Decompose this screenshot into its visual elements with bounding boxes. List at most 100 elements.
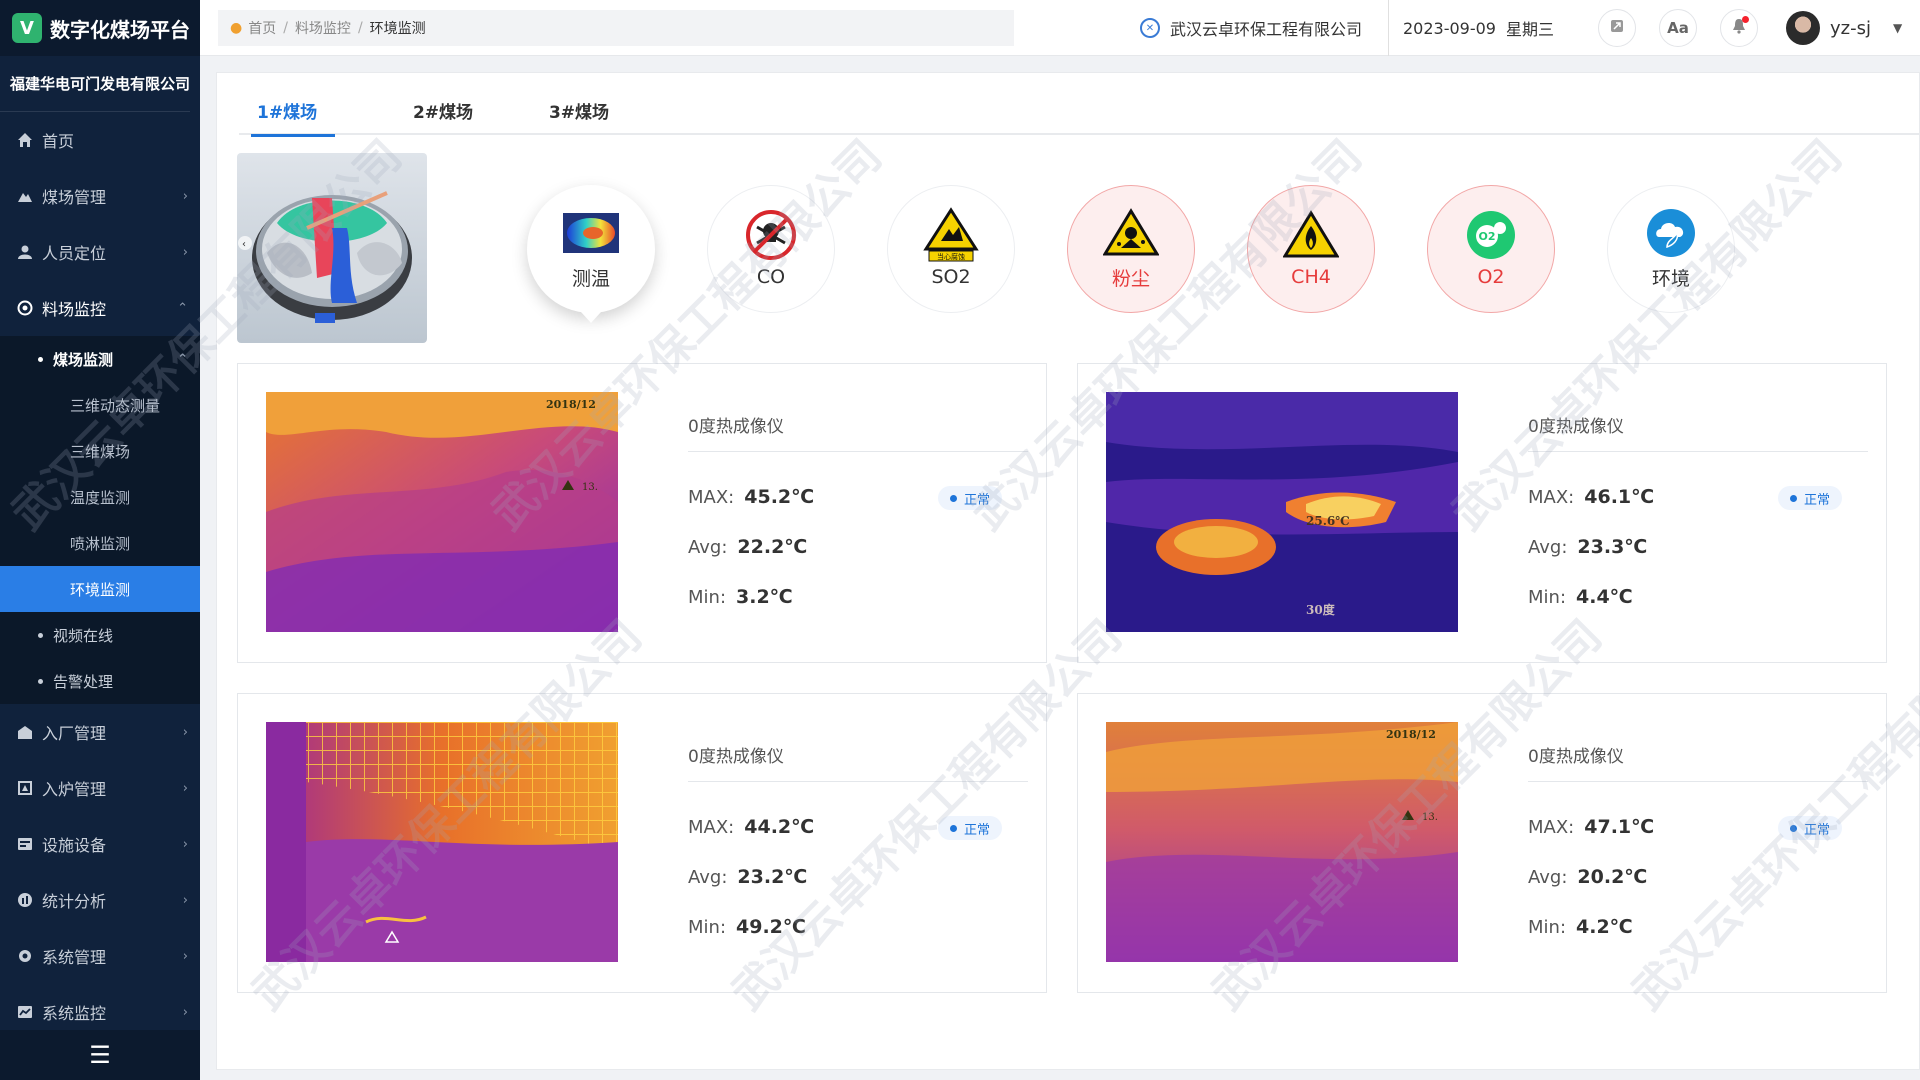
- brand[interactable]: V 数字化煤场平台: [0, 0, 200, 56]
- max-value: 44.2℃: [744, 816, 815, 838]
- camera-name: 0度热成像仪: [1528, 412, 1868, 452]
- font-size-button[interactable]: Aa: [1659, 9, 1697, 47]
- thermal-image[interactable]: 2018/12 13.: [266, 392, 618, 632]
- corrosion-warning-icon: 当心腐蚀: [923, 207, 979, 262]
- breadcrumb: ● 首页 / 料场监控 / 环境监测: [218, 10, 1014, 46]
- user-menu[interactable]: yz-sj ▼: [1786, 8, 1902, 48]
- menu-fold-icon[interactable]: ☰: [0, 1030, 200, 1080]
- camera-overlay-text: 30度: [1306, 602, 1336, 617]
- avg-value: 22.2℃: [737, 536, 808, 558]
- tab-yard-1[interactable]: 1#煤场: [239, 85, 375, 137]
- sensor-environment[interactable]: 环境: [1607, 185, 1735, 313]
- camera-overlay-text: 2018/12: [546, 398, 596, 411]
- breadcrumb-item-yard-monitor[interactable]: 料场监控: [295, 18, 351, 38]
- status-dot: [950, 824, 957, 832]
- camera-mark-text: 25.6℃: [1306, 514, 1350, 528]
- sensor-co[interactable]: CO: [707, 185, 835, 313]
- thermal-image[interactable]: 2018/12 13.: [1106, 722, 1458, 962]
- sidebar-item-label: 首页: [42, 132, 75, 151]
- camera-name: 0度热成像仪: [688, 412, 1028, 452]
- sensor-so2[interactable]: 当心腐蚀 SO2: [887, 185, 1015, 313]
- submenu-item-spray[interactable]: 喷淋监测: [0, 520, 200, 566]
- sidebar-item-label: 设施设备: [42, 836, 107, 855]
- sidebar-item-person-location[interactable]: 人员定位 ›: [0, 224, 200, 280]
- stat-min: Min: 4.2℃: [1528, 916, 1633, 938]
- sidebar-item-label: 系统管理: [42, 948, 107, 967]
- org-name: 福建华电可门发电有限公司: [0, 56, 190, 112]
- chevron-right-icon: ›: [182, 188, 188, 204]
- submenu-alarm-handling[interactable]: 告警处理: [0, 658, 200, 704]
- sensor-dust[interactable]: 粉尘: [1067, 185, 1195, 313]
- thermal-image[interactable]: [266, 722, 618, 962]
- sensor-label: 环境: [1651, 267, 1690, 290]
- avg-value: 23.2℃: [737, 866, 808, 888]
- sidebar-item-home[interactable]: 首页: [0, 112, 200, 168]
- status-dot: [950, 494, 957, 502]
- sidebar: V 数字化煤场平台 福建华电可门发电有限公司 首页 煤场管理 › 人员定位 › …: [0, 0, 200, 1080]
- stats-icon: [16, 891, 34, 909]
- sidebar-item-label: 统计分析: [42, 892, 107, 911]
- max-value: 45.2℃: [744, 486, 815, 508]
- stat-min: Min: 4.4℃: [1528, 586, 1633, 608]
- chevron-up-icon: ⌃: [177, 300, 188, 316]
- tab-yard-3[interactable]: 3#煤场: [511, 85, 647, 135]
- camera-name: 0度热成像仪: [1528, 742, 1868, 782]
- bullet-icon: [38, 678, 43, 684]
- camera-mark-text: 13.: [1422, 812, 1438, 823]
- submenu-video-online[interactable]: 视频在线: [0, 612, 200, 658]
- sidebar-item-devices[interactable]: 设施设备 ›: [0, 816, 200, 872]
- chevron-right-icon: ›: [182, 892, 188, 908]
- environment-icon: [1643, 208, 1699, 258]
- submenu-item-3d-yard[interactable]: 三维煤场: [0, 428, 200, 474]
- notifications-button[interactable]: [1720, 9, 1758, 47]
- sidebar-item-yard-monitor[interactable]: 料场监控 ⌃: [0, 280, 200, 336]
- monitor-icon: [16, 299, 34, 317]
- stat-max: MAX: 47.1℃: [1528, 816, 1655, 838]
- stat-avg: Avg: 23.3℃: [1528, 536, 1648, 558]
- camera-mark-text: 13.: [582, 482, 598, 493]
- stat-avg: Avg: 22.2℃: [688, 536, 808, 558]
- flammable-warning-icon: [1283, 210, 1339, 260]
- sidebar-item-system-management[interactable]: 系统管理 ›: [0, 928, 200, 984]
- sidebar-item-label: 煤场管理: [42, 188, 107, 207]
- stat-max: MAX: 46.1℃: [1528, 486, 1655, 508]
- chevron-right-icon: ›: [182, 780, 188, 796]
- submenu-item-temperature[interactable]: 温度监测: [0, 474, 200, 520]
- sensor-temperature[interactable]: 测温: [527, 185, 655, 323]
- sidebar-item-coal-yard[interactable]: 煤场管理 ›: [0, 168, 200, 224]
- thermal-image[interactable]: 25.6℃ 30度: [1106, 392, 1458, 632]
- min-value: 49.2℃: [736, 916, 806, 938]
- sidebar-item-entry-management[interactable]: 入厂管理 ›: [0, 704, 200, 760]
- weekday-text: 星期三: [1505, 20, 1554, 39]
- fullscreen-button[interactable]: [1598, 9, 1636, 47]
- chevron-up-icon: ⌃: [177, 351, 188, 367]
- sensor-ch4[interactable]: CH4: [1247, 185, 1375, 313]
- date-text: 2023-09-09: [1403, 18, 1496, 38]
- bullet-icon: [38, 356, 43, 362]
- status-badge: 正常: [938, 486, 1003, 510]
- tab-yard-2[interactable]: 2#煤场: [375, 85, 511, 135]
- svg-text:‹: ‹: [242, 239, 246, 250]
- stat-avg: Avg: 20.2℃: [1528, 866, 1648, 888]
- sidebar-item-statistics[interactable]: 统计分析 ›: [0, 872, 200, 928]
- sidebar-item-label: 入炉管理: [42, 780, 107, 799]
- camera-card: 2018/12 13. 0度热成像仪 MAX: 47.1℃ Avg: 20.2℃ M…: [1077, 693, 1887, 993]
- submenu-coal-monitor[interactable]: 煤场监测 ⌃: [0, 336, 200, 382]
- min-value: 4.4℃: [1576, 586, 1633, 608]
- status-dot: [1790, 824, 1797, 832]
- avg-value: 23.3℃: [1577, 536, 1648, 558]
- max-value: 46.1℃: [1584, 486, 1655, 508]
- sensor-o2[interactable]: O2 O2: [1427, 185, 1555, 313]
- sidebar-item-furnace-management[interactable]: 入炉管理 ›: [0, 760, 200, 816]
- avg-value: 20.2℃: [1577, 866, 1648, 888]
- device-icon: [16, 835, 34, 853]
- avatar: [1786, 11, 1820, 45]
- submenu-item-3d-measure[interactable]: 三维动态测量: [0, 382, 200, 428]
- submenu-item-environment[interactable]: 环境监测: [0, 566, 200, 612]
- sidebar-item-label: 入厂管理: [42, 724, 107, 743]
- stat-min: Min: 3.2℃: [688, 586, 793, 608]
- min-value: 4.2℃: [1576, 916, 1633, 938]
- breadcrumb-item-home[interactable]: 首页: [248, 18, 276, 38]
- settings-icon: [16, 947, 34, 965]
- coal-yard-3d-thumbnail[interactable]: ‹: [237, 153, 427, 343]
